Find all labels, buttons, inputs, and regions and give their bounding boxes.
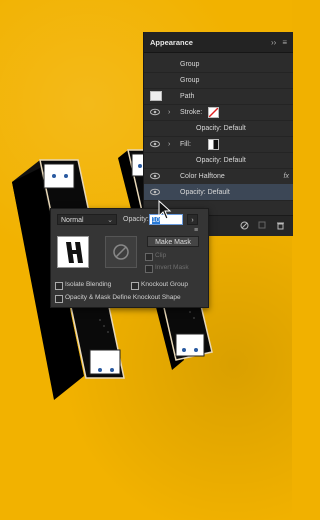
mask-thumbnail[interactable] [105,236,137,268]
appearance-panel-header: Appearance ›› ≡ [144,32,293,53]
eye-icon[interactable] [150,107,160,117]
isolate-blending-checkbox[interactable] [55,282,63,290]
appearance-row-path[interactable]: Path [144,88,293,105]
appearance-row-opacity-selected[interactable]: Opacity: Default [144,184,293,201]
fx-icon[interactable]: fx [284,173,289,180]
make-mask-button[interactable]: Make Mask [147,236,199,247]
fill-swatch-icon[interactable] [208,138,219,150]
path-thumbnail-icon [150,91,162,101]
row-label: Group [180,76,200,84]
blend-mode-value: Normal [61,217,84,224]
trash-icon[interactable] [276,221,285,230]
appearance-row-group-1[interactable]: Group [144,56,293,73]
clip-checkbox[interactable] [145,253,153,261]
transparency-popup: Normal ⌄ Opacity: 10 › ≡ Make Mask Clip … [50,208,209,308]
panel-title: Appearance [150,37,193,47]
mouse-pointer-icon [158,200,172,220]
appearance-row-stroke-opacity[interactable]: Opacity: Default [144,120,293,137]
appearance-row-stroke[interactable]: › Stroke: [144,104,293,121]
eye-icon[interactable] [150,171,160,181]
appearance-row-fill-opacity[interactable]: Opacity: Default [144,152,293,169]
eye-icon[interactable] [150,187,160,197]
chevron-down-icon: ⌄ [107,217,113,224]
row-label: Path [180,92,195,100]
row-label: Group [180,60,200,68]
row-label: Color Halftone [180,172,225,180]
blend-mode-select[interactable]: Normal ⌄ [57,214,117,225]
appearance-row-color-halftone[interactable]: Color Halftone fx [144,168,293,185]
row-label: Opacity: Default [196,156,246,164]
clip-label: Clip [155,252,167,259]
invert-mask-checkbox[interactable] [145,265,153,273]
clear-appearance-icon[interactable] [240,221,249,230]
appearance-row-group-2[interactable]: Group [144,72,293,89]
knockout-group-checkbox[interactable] [131,282,139,290]
chevron-down-icon[interactable]: › [168,109,170,116]
opacity-label: Opacity: [123,216,149,223]
opacity-mask-knockout-label: Opacity & Mask Define Knockout Shape [65,294,181,301]
letter-h-thumbnail-icon [66,242,83,263]
stroke-swatch-icon[interactable] [208,106,219,118]
row-label: Opacity: Default [196,124,246,132]
duplicate-item-icon[interactable] [258,221,267,230]
row-label: Fill: [180,140,191,148]
eye-icon[interactable] [150,139,160,149]
invert-mask-label: Invert Mask [155,264,189,271]
appearance-row-fill[interactable]: › Fill: [144,136,293,153]
no-mask-icon [113,244,129,260]
isolate-blending-label: Isolate Blending [65,281,112,288]
artwork-thumbnail[interactable] [57,236,89,268]
opacity-mask-knockout-checkbox[interactable] [55,295,63,303]
left-leg-cap [43,163,75,189]
chevron-right-icon[interactable]: › [187,214,198,225]
knockout-group-label: Knockout Group [141,281,188,288]
chevron-down-icon[interactable]: › [168,141,170,148]
hamburger-icon[interactable]: ≡ [194,227,198,234]
row-label: Opacity: Default [180,188,230,196]
row-label: Stroke: [180,108,203,116]
hamburger-icon[interactable]: ≡ [282,38,287,47]
double-chevron-right-icon[interactable]: ›› [271,38,276,47]
